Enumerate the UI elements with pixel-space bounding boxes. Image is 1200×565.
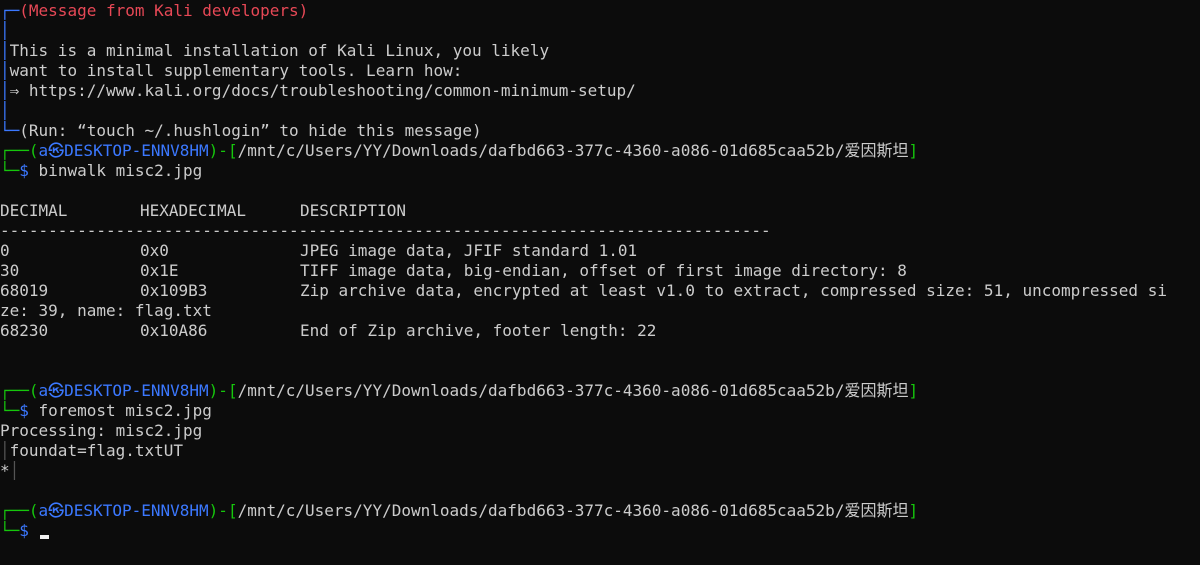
cell-hex: 0x0 — [140, 241, 169, 260]
motd-border-line: │ — [0, 101, 10, 120]
prompt-command-line: └─$ binwalk misc2.jpg — [0, 161, 203, 180]
prompt-header: ┌──(a㉿DESKTOP-ENNV8HM)-[/mnt/c/Users/YY/… — [0, 141, 919, 160]
motd-body-line-2: │want to install supplementary tools. Le… — [0, 61, 463, 80]
foremost-foundat: │foundat=flag.txtUT — [0, 441, 184, 460]
cell-description: TIFF image data, big-endian, offset of f… — [300, 261, 907, 280]
prompt-input-line[interactable]: └─$ — [0, 521, 49, 541]
motd-docs-link[interactable]: ⇒ https://www.kali.org/docs/troubleshoot… — [10, 81, 636, 100]
table-row: 68230 0x10A86 End of Zip archive, footer… — [0, 321, 1200, 341]
motd-footer-line: └─(Run: “touch ~/.hushlogin” to hide thi… — [0, 121, 482, 140]
prompt-user-host: a㉿DESKTOP-ENNV8HM — [38, 141, 209, 160]
text-cursor — [39, 535, 49, 539]
motd-body-line-1: │This is a minimal installation of Kali … — [0, 41, 550, 60]
cell-description: End of Zip archive, footer length: 22 — [300, 321, 657, 340]
foremost-processing: Processing: misc2.jpg — [0, 421, 203, 440]
prompt-path: /mnt/c/Users/YY/Downloads/dafbd663-377c-… — [237, 381, 909, 400]
cell-decimal: 68230 — [0, 321, 49, 340]
cell-description: JPEG image data, JFIF standard 1.01 — [300, 241, 638, 260]
cell-decimal: 30 — [0, 261, 20, 280]
table-row-wrap: ze: 39, name: flag.txt — [0, 301, 212, 320]
cell-decimal: 68019 — [0, 281, 49, 300]
foremost-star: *│ — [0, 461, 20, 480]
table-row: 68019 0x109B3 Zip archive data, encrypte… — [0, 281, 1200, 301]
cell-description: Zip archive data, encrypted at least v1.… — [300, 281, 1167, 300]
table-row: 0 0x0 JPEG image data, JFIF standard 1.0… — [0, 241, 1200, 261]
cell-hex: 0x10A86 — [140, 321, 208, 340]
motd-footer: Run: “touch ~/.hushlogin” to hide this m… — [28, 121, 473, 140]
motd-body-line-3: │⇒ https://www.kali.org/docs/troubleshoo… — [0, 81, 636, 100]
table-row: 30 0x1E TIFF image data, big-endian, off… — [0, 261, 1200, 281]
motd-border-line: │ — [0, 21, 10, 40]
prompt-header: ┌──(a㉿DESKTOP-ENNV8HM)-[/mnt/c/Users/YY/… — [0, 501, 919, 520]
column-header-description: DESCRIPTION — [300, 201, 406, 220]
prompt-path: /mnt/c/Users/YY/Downloads/dafbd663-377c-… — [237, 141, 909, 160]
prompt-header: ┌──(a㉿DESKTOP-ENNV8HM)-[/mnt/c/Users/YY/… — [0, 381, 919, 400]
column-header-hex: HEXADECIMAL — [140, 201, 246, 220]
motd-header-line: ┌─(Message from Kali developers) — [0, 1, 309, 20]
motd-title: Message from Kali developers — [28, 1, 299, 20]
table-header-row: DECIMAL HEXADECIMAL DESCRIPTION — [0, 201, 1200, 221]
cell-hex: 0x109B3 — [140, 281, 208, 300]
prompt-user-host: a㉿DESKTOP-ENNV8HM — [38, 501, 209, 520]
cell-decimal: 0 — [0, 241, 10, 260]
terminal-window[interactable]: ┌─(Message from Kali developers) │ │This… — [0, 0, 1200, 565]
prompt-user-host: a㉿DESKTOP-ENNV8HM — [38, 381, 209, 400]
prompt-path: /mnt/c/Users/YY/Downloads/dafbd663-377c-… — [237, 501, 909, 520]
command-binwalk: binwalk misc2.jpg — [38, 161, 203, 180]
table-separator: ----------------------------------------… — [0, 221, 771, 240]
column-header-decimal: DECIMAL — [0, 201, 68, 220]
command-foremost: foremost misc2.jpg — [38, 401, 212, 420]
cell-hex: 0x1E — [140, 261, 179, 280]
prompt-command-line: └─$ foremost misc2.jpg — [0, 401, 212, 420]
